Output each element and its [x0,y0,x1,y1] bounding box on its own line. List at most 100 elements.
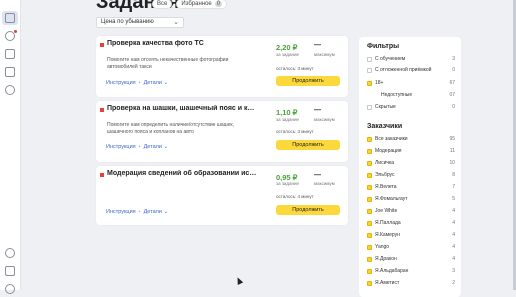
customer-checkbox[interactable] [367,161,372,166]
customer-count: 4 [452,232,455,238]
filter-label: Скрытые [375,104,396,110]
max-label: максимум [314,52,335,57]
help-icon[interactable] [5,248,15,258]
customer-checkbox[interactable] [367,173,372,178]
customer-label: Модерация [375,148,402,154]
filter-delayed-acceptance[interactable]: С отложенной приёмкой 0 [367,67,455,76]
customer-item[interactable]: Я.Фомальгаут 5 [367,196,455,205]
filter-hidden[interactable]: Скрытые 0 [367,104,455,113]
flag-icon [100,43,104,47]
instruction-link[interactable]: Инструкция [106,80,136,86]
customer-checkbox[interactable] [367,137,372,142]
customer-checkbox[interactable] [367,257,372,262]
filter-checkbox[interactable] [367,81,372,86]
task-card[interactable]: Проверка на шашки, шашечный пояс и кол..… [96,101,348,162]
customer-count: 4 [452,220,455,226]
customer-checkbox[interactable] [367,281,372,286]
wallet-icon[interactable] [5,67,15,77]
tasks-icon[interactable] [5,13,15,23]
sidebar [0,0,21,294]
task-price: 2,20 ₽ [276,43,298,52]
filter-count: 0 [452,104,455,110]
customer-item[interactable]: Я.Дракон 4 [367,256,455,265]
tabs: Все Избранное 0 [152,0,228,9]
customer-label: Я.Паллада [375,220,401,226]
time-left: осталось: 3 минут [276,129,314,134]
user-icon[interactable] [5,266,15,276]
filter-count: 07 [449,92,455,98]
customer-item[interactable]: Я.Паллада 4 [367,220,455,229]
max-value: — [314,172,321,179]
customer-count: 2 [452,280,455,286]
details-link[interactable]: Детали ⌄ [144,144,169,150]
continue-button[interactable]: Продолжить [276,205,340,215]
customer-item[interactable]: Лисичка 10 [367,160,455,169]
filter-checkbox[interactable] [367,68,372,73]
customer-checkbox[interactable] [367,245,372,250]
customer-count: 4 [452,244,455,250]
customer-label: Joe White [375,208,398,214]
messages-icon[interactable] [5,49,15,59]
customer-count: 95 [449,136,455,142]
customer-count: 7 [452,184,455,190]
details-link[interactable]: Детали ⌄ [144,80,169,86]
filter-with-training[interactable]: С обучением 3 [367,56,455,65]
customer-checkbox[interactable] [367,269,372,274]
task-title[interactable]: Модерация сведений об образовании исполн… [107,170,257,177]
tab-favorites[interactable]: Избранное 0 [176,0,228,9]
filter-adult[interactable]: 18+ 67 [367,80,455,89]
customer-item[interactable]: Все заказчики 95 [367,136,455,145]
customer-checkbox[interactable] [367,185,372,190]
filter-label: 18+ [375,80,384,86]
task-price: 1,10 ₽ [276,108,298,117]
task-card[interactable]: Проверка качества фото ТС Помогите нам о… [96,36,348,97]
task-description: Помогите нам отсеять некачественные фото… [107,57,229,70]
time-left: осталось: 3 минут [276,66,314,71]
instruction-link[interactable]: Инструкция [106,209,136,215]
customer-item[interactable]: Я.Альдабаран 3 [367,268,455,277]
tab-all[interactable]: Все [152,0,173,9]
customer-checkbox[interactable] [367,233,372,238]
instruction-link[interactable]: Инструкция [106,144,136,150]
customer-count: 5 [452,196,455,202]
max-label: максимум [314,117,335,122]
customer-checkbox[interactable] [367,197,372,202]
task-title[interactable]: Проверка качества фото ТС [107,40,257,47]
task-card[interactable]: Модерация сведений об образовании исполн… [96,166,348,225]
continue-button[interactable]: Продолжить [276,140,340,150]
customer-label: Эльбрус [375,172,395,178]
customer-label: Я.Аметист [375,280,400,286]
max-value: — [314,42,321,49]
history-icon[interactable] [5,85,15,95]
filter-unavailable[interactable]: Недоступные 07 [367,92,455,101]
customer-checkbox[interactable] [367,221,372,226]
customer-item[interactable]: Я.Аметист 2 [367,280,455,289]
flag-icon [100,173,104,177]
customer-checkbox[interactable] [367,209,372,214]
filter-label: Недоступные [381,92,413,98]
favorites-count-badge: 0 [214,1,223,7]
filter-checkbox[interactable] [367,57,372,62]
filters-panel: Фильтры С обучением 3 С отложенной приёмк… [359,37,461,297]
task-title[interactable]: Проверка на шашки, шашечный пояс и кол..… [107,105,257,112]
sort-select-value: Цена по убыванию [101,19,154,25]
customer-count: 10 [449,160,455,166]
sort-select[interactable]: Цена по убыванию ⌄ [96,17,184,28]
customer-item[interactable]: Эльбрус 8 [367,172,455,181]
customer-count: 4 [452,208,455,214]
details-link[interactable]: Детали ⌄ [144,209,169,215]
filter-label: С обучением [375,56,406,62]
customer-item[interactable]: Joe White 4 [367,208,455,217]
filter-checkbox[interactable] [367,105,372,110]
customer-label: Я.Велета [375,184,397,190]
customer-checkbox[interactable] [367,149,372,154]
customer-item[interactable]: Модерация 11 [367,148,455,157]
customer-item[interactable]: Yango 4 [367,244,455,253]
mouse-cursor-icon [234,276,244,285]
customer-item[interactable]: Я.Велета 7 [367,184,455,193]
customer-item[interactable]: Я.Камерун 4 [367,232,455,241]
continue-button[interactable]: Продолжить [276,76,340,86]
filter-count: 3 [452,56,455,62]
customer-label: Yango [375,244,390,250]
settings-icon[interactable] [5,284,15,294]
